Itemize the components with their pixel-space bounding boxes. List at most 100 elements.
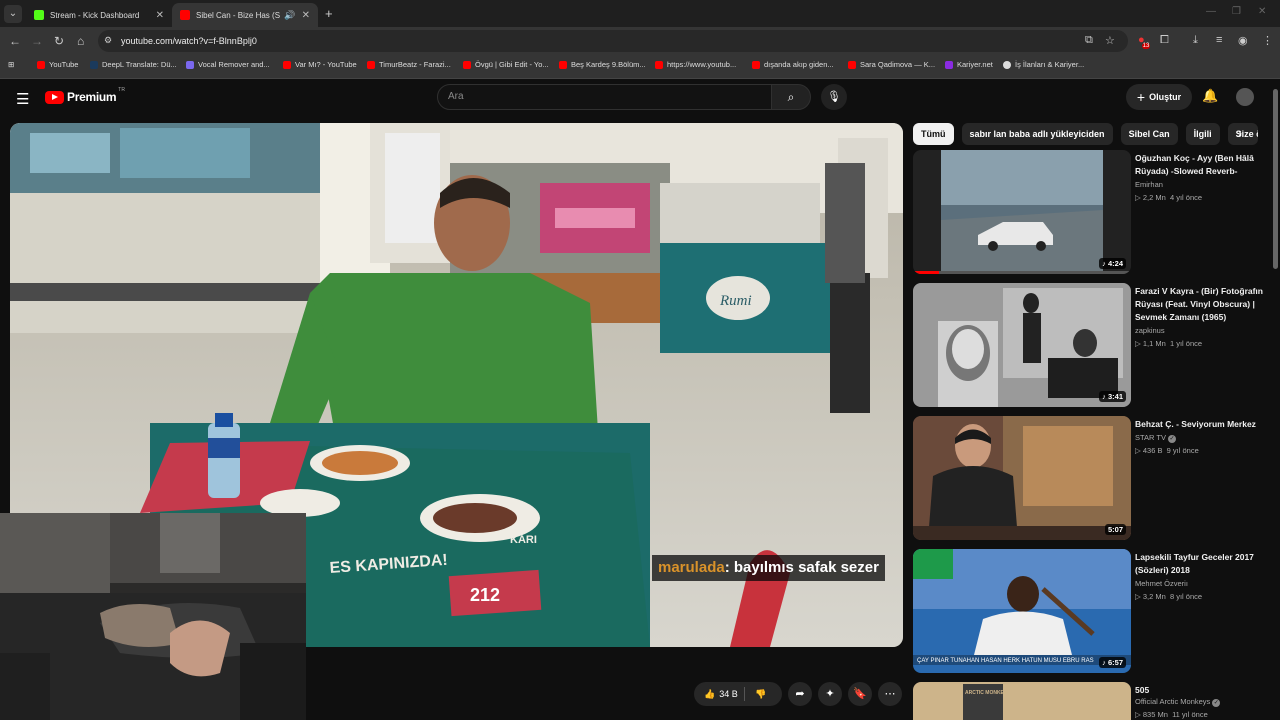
thumbnail-image	[913, 416, 1131, 540]
channel-name[interactable]: zapkinus	[1135, 326, 1165, 335]
shop-sign-text: Rumi	[719, 293, 752, 309]
more-actions-button[interactable]: ⋯	[878, 682, 902, 706]
sparkle-icon: ✦	[825, 688, 835, 700]
bookmark-item[interactable]: https://www.youtub...	[655, 60, 736, 69]
extensions-puzzle-icon[interactable]: ⧠	[1160, 34, 1169, 47]
create-button[interactable]: + Oluştur	[1126, 84, 1192, 110]
chip-related[interactable]: İlgili	[1185, 123, 1220, 145]
downloads-icon[interactable]: ⤓	[1193, 34, 1198, 47]
bookmark-favicon-icon	[367, 60, 375, 69]
like-button[interactable]: 👍 34 B	[694, 689, 744, 700]
video-meta: ▷ 2,2 Mn 4 yıl önce	[1135, 193, 1203, 202]
bookmark-star-icon[interactable]: ☆	[1105, 34, 1115, 47]
video-title[interactable]: 505	[1135, 684, 1269, 697]
install-app-icon[interactable]: ⧉	[1085, 34, 1093, 47]
home-icon[interactable]: ⌂	[77, 34, 84, 48]
guide-menu-icon[interactable]: ☰	[16, 90, 29, 108]
bookmark-item[interactable]: Sara Qadimova — K...	[848, 60, 935, 69]
bookmark-item[interactable]: İş İlanları & Kariyer...	[1003, 60, 1084, 69]
thumbnail-overlay-text: ÇAY PINAR TUNAHAN HASAN HERK HATUN MUSU …	[917, 658, 1094, 664]
youtube-premium-logo[interactable]: Premium TR	[45, 87, 125, 104]
bookmark-item[interactable]: dışanda akıp giden...	[752, 60, 834, 69]
notifications-bell-icon[interactable]: 🔔	[1202, 88, 1218, 104]
extension-icon[interactable]: ●13	[1138, 34, 1153, 49]
bookmark-item[interactable]: DeepL Translate: Dü...	[90, 60, 177, 69]
extension-badge: 13	[1141, 43, 1151, 49]
search-input[interactable]: Ara	[437, 84, 772, 110]
media-controls-icon[interactable]: ≡	[1216, 34, 1222, 46]
video-duration: 5:07	[1104, 524, 1126, 535]
bookmark-favicon-icon	[186, 60, 194, 69]
bookmark-item[interactable]: Övgü | Gibi Edit - Yo...	[463, 60, 549, 69]
bookmark-item[interactable]: Kariyer.net	[945, 60, 993, 69]
chip-for-you[interactable]: Size öz	[1227, 123, 1258, 145]
recommendation-item[interactable]: ♪ 3:41 Farazi V Kayra - (Bir) Fotoğrafın…	[913, 283, 1273, 411]
tab-youtube-video[interactable]: Sibel Can - Bize Has (Slowe 🔊 ✕	[172, 3, 318, 27]
tab-search-chevron-icon[interactable]: ⌄	[4, 5, 22, 23]
ask-ai-button[interactable]: ✦	[818, 682, 842, 706]
close-tab-icon[interactable]: ✕	[302, 10, 310, 21]
video-meta: ▷ 1,1 Mn 1 yıl önce	[1135, 339, 1203, 348]
recommendation-item[interactable]: ÇAY PINAR TUNAHAN HASAN HERK HATUN MUSU …	[913, 549, 1273, 677]
avatar[interactable]	[1236, 88, 1254, 106]
new-tab-icon[interactable]: +	[325, 6, 333, 21]
save-button[interactable]: 🔖	[848, 682, 872, 706]
thumbnail-image: ÇAY PINAR TUNAHAN HASAN HERK HATUN MUSU …	[913, 549, 1131, 673]
video-meta: ▷ 835 Mn 11 yıl önce	[1135, 710, 1208, 719]
filter-chips: Tümü sabır lan baba adlı yükleyiciden Si…	[913, 123, 1258, 145]
reload-icon[interactable]: ↻	[54, 34, 64, 48]
channel-name[interactable]: Mehmet Özveriı	[1135, 579, 1188, 588]
forward-icon[interactable]: →	[31, 34, 43, 48]
voice-search-button[interactable]: 🎙	[821, 84, 847, 110]
video-thumbnail[interactable]: 5:07	[913, 416, 1131, 540]
chip-sibel-can[interactable]: Sibel Can	[1120, 123, 1178, 145]
chevron-right-icon[interactable]: ›	[1238, 126, 1242, 140]
audio-playing-icon[interactable]: 🔊	[284, 10, 295, 21]
search-button[interactable]: ⌕	[771, 84, 811, 110]
channel-name[interactable]: Emirhan	[1135, 180, 1163, 189]
video-title[interactable]: Farazi V Kayra - (Bir) Fotoğrafın Rüyası…	[1135, 285, 1269, 324]
video-thumbnail[interactable]: ARCTIC MONKEYS	[913, 682, 1131, 720]
back-icon[interactable]: ←	[9, 34, 21, 48]
video-title[interactable]: Oğuzhan Koç - Ayy (Ben Hâlâ Rüyada) -Slo…	[1135, 152, 1269, 178]
tab-kick-dashboard[interactable]: Stream - Kick Dashboard ✕	[26, 3, 172, 27]
channel-name[interactable]: Official Arctic Monkeys ✓	[1135, 697, 1221, 707]
share-button[interactable]: ➦	[788, 682, 812, 706]
bookmark-item[interactable]: Beş Kardeş 9.Bölüm...	[559, 60, 646, 69]
bookmark-item[interactable]: Var Mı? - YouTube	[283, 60, 357, 69]
recommendation-item[interactable]: 5:07 Behzat Ç. - Seviyorum Merkez STAR T…	[913, 416, 1273, 544]
bookmark-favicon-icon	[752, 60, 760, 69]
bookmark-item[interactable]: Vocal Remover and...	[186, 60, 270, 69]
apps-grid-icon[interactable]: ⊞	[8, 60, 14, 69]
youtube-favicon-icon	[180, 10, 190, 20]
verified-check-icon: ✓	[1212, 699, 1221, 707]
minimize-icon[interactable]: —	[1206, 6, 1216, 17]
video-thumbnail[interactable]: ÇAY PINAR TUNAHAN HASAN HERK HATUN MUSU …	[913, 549, 1131, 673]
chip-all[interactable]: Tümü	[913, 123, 954, 145]
close-tab-icon[interactable]: ✕	[156, 10, 164, 21]
bookmark-favicon-icon	[848, 60, 856, 69]
bookmark-item[interactable]: YouTube	[37, 60, 78, 69]
url-text[interactable]: youtube.com/watch?v=f-BlnnBplj0	[121, 36, 257, 46]
dislike-button[interactable]: 👎	[745, 689, 766, 700]
video-thumbnail[interactable]: ♪ 4:24	[913, 150, 1131, 274]
search-icon: ⌕	[787, 90, 795, 104]
site-info-icon[interactable]: ⚙	[104, 35, 112, 46]
browser-menu-icon[interactable]: ⋮	[1262, 34, 1273, 47]
channel-name[interactable]: STAR TV ✓	[1135, 433, 1176, 443]
bookmark-item[interactable]: TimurBeatz - Farazi...	[367, 60, 451, 69]
chip-uploader[interactable]: sabır lan baba adlı yükleyiciden	[961, 123, 1113, 145]
bookmark-favicon-icon	[1003, 60, 1011, 69]
close-window-icon[interactable]: ✕	[1258, 6, 1266, 17]
share-icon: ➦	[795, 688, 805, 700]
video-title[interactable]: Lapsekili Tayfur Geceler 2017 (Sözleri) …	[1135, 551, 1269, 577]
video-title[interactable]: Behzat Ç. - Seviyorum Merkez	[1135, 418, 1269, 431]
page-scrollbar[interactable]	[1272, 79, 1280, 720]
maximize-icon[interactable]: ❐	[1232, 6, 1241, 17]
bookmark-favicon-icon	[945, 60, 953, 69]
profile-icon[interactable]: ◉	[1238, 34, 1248, 47]
recommendation-item[interactable]: ARCTIC MONKEYS 505 Official Arctic Monke…	[913, 682, 1273, 720]
scrollbar-thumb[interactable]	[1273, 89, 1278, 269]
recommendation-item[interactable]: ♪ 4:24 Oğuzhan Koç - Ayy (Ben Hâlâ Rüyad…	[913, 150, 1273, 278]
video-thumbnail[interactable]: ♪ 3:41	[913, 283, 1131, 407]
